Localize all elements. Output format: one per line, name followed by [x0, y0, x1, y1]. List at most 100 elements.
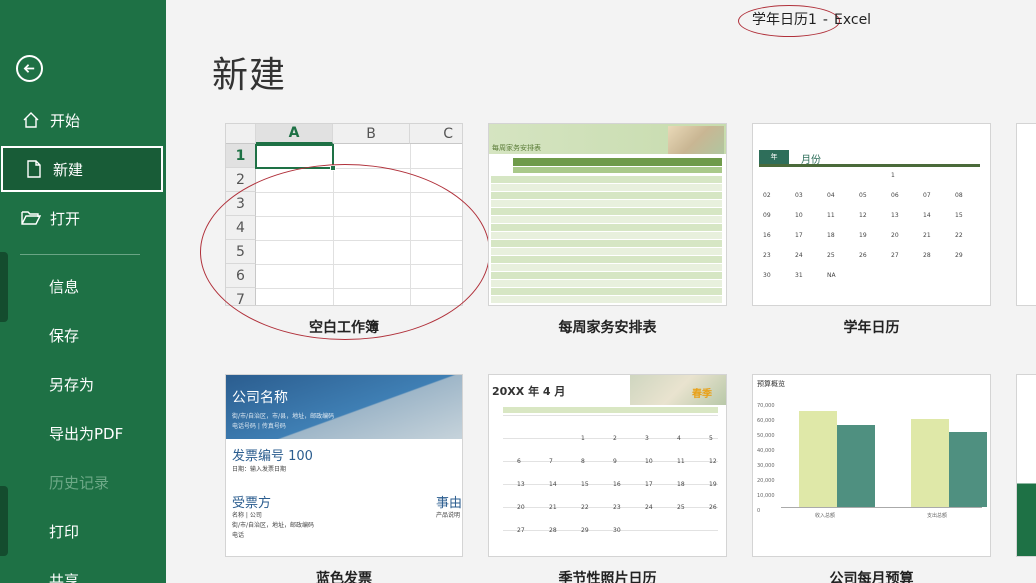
- sidebar-divider: [20, 254, 140, 255]
- budget-y-tick: 40,000: [757, 448, 775, 454]
- budget-x-label: 收入总额: [815, 513, 836, 519]
- calendar-day: 10: [795, 212, 803, 219]
- template-label: 学年日历: [843, 320, 900, 336]
- nav-save-as-label: 另存为: [49, 375, 95, 394]
- calendar-day: 30: [763, 272, 771, 279]
- budget-y-tick: 30,000: [757, 463, 775, 469]
- seasonal-day: 20: [517, 504, 525, 511]
- nav-new-label: 新建: [53, 160, 84, 179]
- app-name: Excel: [833, 12, 872, 28]
- seasonal-day: 1: [581, 435, 585, 442]
- backstage-sidebar: 开始 新建 打开 信息 保存 另存为 导出为PDF 历史记录 打印 共享: [0, 0, 166, 583]
- seasonal-day: 29: [581, 527, 589, 534]
- budget-bar: [799, 411, 837, 507]
- nav-save[interactable]: 保存: [0, 312, 166, 358]
- calendar-day: 21: [923, 232, 931, 239]
- calendar-day: NA: [827, 272, 836, 279]
- template-label: 每周家务安排表: [558, 320, 657, 336]
- template-academic-calendar[interactable]: 年 月份 1 02 03 04 05 06 07 08 09 10 11 12 13 14 15 16 17 18…: [752, 123, 991, 306]
- seasonal-day: 9: [613, 458, 617, 465]
- nav-share-label: 共享: [49, 571, 80, 583]
- template-partial[interactable]: [1016, 123, 1036, 306]
- seasonal-day: 25: [677, 504, 685, 511]
- seasonal-day: 19: [709, 481, 717, 488]
- budget-y-tick: 20,000: [757, 478, 775, 484]
- calendar-day: 31: [795, 272, 803, 279]
- budget-bar: [911, 418, 949, 507]
- calendar-day: 23: [763, 252, 771, 259]
- seasonal-day: 22: [581, 504, 589, 511]
- calendar-day: 27: [891, 252, 899, 259]
- calendar-day: 09: [763, 212, 771, 219]
- template-partial[interactable]: [1016, 374, 1036, 557]
- template-seasonal-calendar[interactable]: 20XX 年 4 月 春季 1 2 3 4 5 6 7 8 9 10 11 12 13 14 15 16 17 1…: [488, 374, 727, 557]
- seasonal-day: 23: [613, 504, 621, 511]
- seasonal-day: 28: [549, 527, 557, 534]
- calendar-day: 11: [827, 212, 835, 219]
- template-monthly-budget[interactable]: 预算概览 70,000 60,000 50,000 40,000 30,000 20,00…: [752, 374, 991, 557]
- budget-y-tick: 0: [757, 508, 761, 514]
- back-button[interactable]: [16, 55, 43, 82]
- calendar-day: 02: [763, 192, 771, 199]
- seasonal-day: 7: [549, 458, 553, 465]
- column-header: B: [333, 124, 410, 144]
- sidebar-edge-strip: [0, 486, 8, 556]
- seasonal-day: 4: [677, 435, 681, 442]
- nav-home-label: 开始: [50, 111, 81, 130]
- calendar-day: 20: [891, 232, 899, 239]
- template-label: 季节性照片日历: [558, 571, 657, 583]
- budget-bar: [949, 432, 987, 507]
- nav-open-label: 打开: [50, 209, 81, 228]
- seasonal-day: 12: [709, 458, 717, 465]
- open-folder-icon: [20, 207, 42, 229]
- calendar-day: 06: [891, 192, 899, 199]
- column-header: C: [410, 124, 462, 144]
- calendar-day: 16: [763, 232, 771, 239]
- page-title: 新建: [212, 55, 287, 96]
- new-document-icon: [23, 158, 45, 180]
- nav-print-label: 打印: [49, 522, 80, 541]
- nav-new[interactable]: 新建: [1, 146, 163, 192]
- nav-save-as[interactable]: 另存为: [0, 361, 166, 407]
- seasonal-day: 15: [581, 481, 589, 488]
- seasonal-day: 8: [581, 458, 585, 465]
- invoice-number: 发票编号 100: [232, 449, 313, 464]
- seasonal-day: 6: [517, 458, 521, 465]
- calendar-day: 05: [859, 192, 867, 199]
- nav-export-pdf-label: 导出为PDF: [49, 424, 124, 443]
- column-header: A: [256, 124, 333, 144]
- nav-print[interactable]: 打印: [0, 508, 166, 554]
- nav-share[interactable]: 共享: [0, 557, 166, 583]
- chores-photo: [668, 126, 724, 154]
- calendar-day: 22: [955, 232, 963, 239]
- template-weekly-chores[interactable]: 每周家务安排表: [488, 123, 727, 306]
- row-header: 1: [226, 144, 256, 168]
- seasonal-day: 30: [613, 527, 621, 534]
- calendar-day: 08: [955, 192, 963, 199]
- budget-y-tick: 50,000: [757, 433, 775, 439]
- seasonal-tag: 春季: [692, 389, 712, 400]
- budget-title: 预算概览: [757, 380, 785, 388]
- seasonal-day: 2: [613, 435, 617, 442]
- nav-info[interactable]: 信息: [0, 263, 166, 309]
- template-label: 公司每月预算: [829, 571, 914, 583]
- calendar-day: 24: [795, 252, 803, 259]
- template-blue-invoice[interactable]: 公司名称 街/市/自治区，市/县，地址，邮政编码 电话号码 | 传真号码 发票编…: [225, 374, 463, 557]
- nav-save-label: 保存: [49, 326, 80, 345]
- calendar-day: 03: [795, 192, 803, 199]
- nav-home[interactable]: 开始: [0, 97, 166, 143]
- seasonal-day: 14: [549, 481, 557, 488]
- nav-export-pdf[interactable]: 导出为PDF: [0, 410, 166, 456]
- seasonal-day: 18: [677, 481, 685, 488]
- weekly-chores-preview: 每周家务安排表: [489, 124, 726, 305]
- calendar-day: 13: [891, 212, 899, 219]
- seasonal-day: 11: [677, 458, 685, 465]
- seasonal-day: 24: [645, 504, 653, 511]
- calendar-day: 19: [859, 232, 867, 239]
- nav-open[interactable]: 打开: [0, 195, 166, 241]
- calendar-year-tab: 年: [759, 150, 789, 164]
- seasonal-day: 26: [709, 504, 717, 511]
- budget-y-tick: 70,000: [757, 403, 775, 409]
- seasonal-day: 21: [549, 504, 557, 511]
- budget-x-label: 支出总额: [927, 513, 948, 519]
